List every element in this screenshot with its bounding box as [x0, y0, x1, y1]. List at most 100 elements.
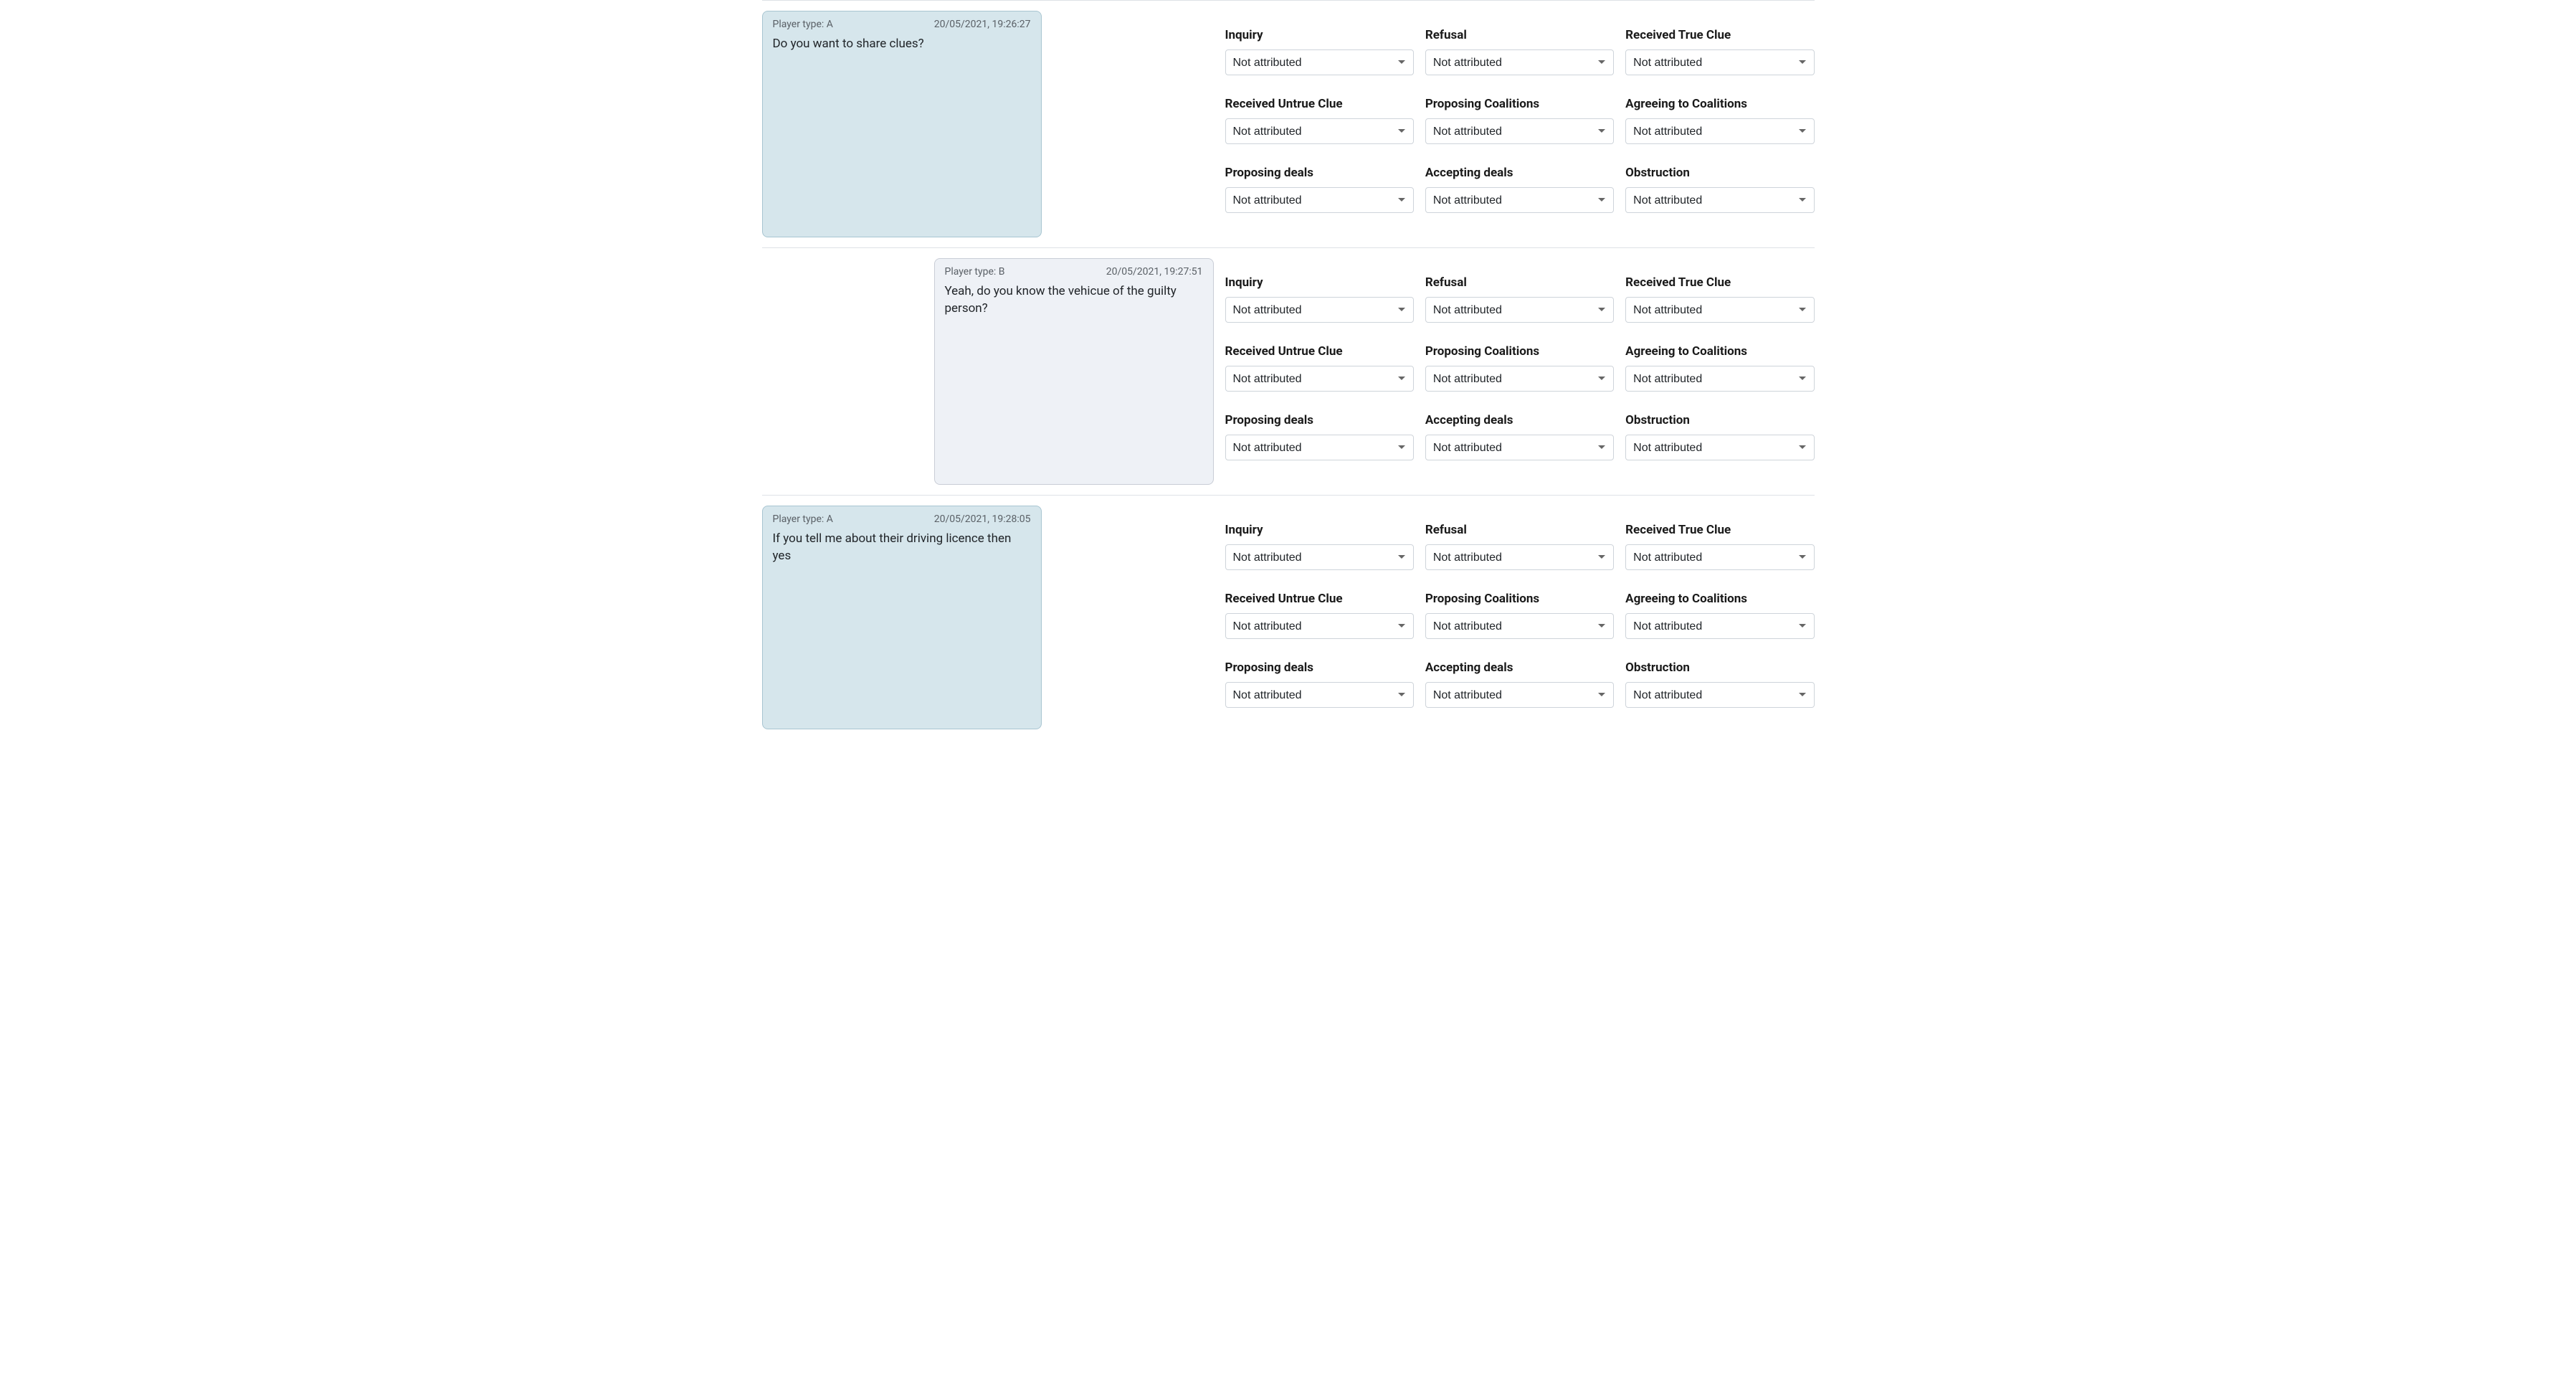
attribute-select[interactable]: Not attributed [1425, 435, 1614, 460]
attribute-label: Proposing Coalitions [1425, 344, 1614, 359]
attribute-label: Inquiry [1225, 523, 1414, 537]
attribute-column: Inquiry Not attributed Refusal Not attribut… [1214, 506, 1815, 729]
attribute-select[interactable]: Not attributed [1425, 682, 1614, 708]
attribute-column: Inquiry Not attributed Refusal Not attribut… [1214, 258, 1815, 485]
chat-bubble: Player type: B 20/05/2021, 19:27:51 Yeah, … [934, 258, 1214, 485]
attribute-select[interactable]: Not attributed [1225, 613, 1414, 639]
attribute-label: Agreeing to Coalitions [1625, 592, 1814, 606]
attribute-label: Received True Clue [1625, 275, 1814, 290]
attribute-select[interactable]: Not attributed [1625, 435, 1814, 460]
attribute-select[interactable]: Not attributed [1225, 366, 1414, 392]
attribute-cell: Refusal Not attributed [1425, 275, 1614, 344]
attribute-select[interactable]: Not attributed [1225, 435, 1414, 460]
player-type-label: Player type: A [773, 19, 833, 30]
bubble-header: Player type: B 20/05/2021, 19:27:51 [945, 266, 1203, 278]
attribute-label: Proposing deals [1225, 413, 1414, 427]
attribute-cell: Proposing Coalitions Not attributed [1425, 592, 1614, 660]
attribute-grid: Inquiry Not attributed Refusal Not attribut… [1225, 275, 1815, 482]
attribute-label: Inquiry [1225, 275, 1414, 290]
attribute-label: Inquiry [1225, 28, 1414, 42]
attribute-label: Accepting deals [1425, 413, 1614, 427]
message-row: Player type: A 20/05/2021, 19:28:05 If you… [762, 495, 1815, 739]
attribute-cell: Inquiry Not attributed [1225, 523, 1414, 592]
attribute-select[interactable]: Not attributed [1625, 682, 1814, 708]
attribute-label: Obstruction [1625, 413, 1814, 427]
attribute-cell: Proposing Coalitions Not attributed [1425, 97, 1614, 166]
attribute-label: Received Untrue Clue [1225, 592, 1414, 606]
attribute-label: Proposing deals [1225, 166, 1414, 180]
attribute-select[interactable]: Not attributed [1625, 613, 1814, 639]
attribute-label: Received True Clue [1625, 523, 1814, 537]
attribute-cell: Received Untrue Clue Not attributed [1225, 592, 1414, 660]
message-text: Yeah, do you know the vehicue of the gui… [945, 283, 1203, 318]
bubble-header: Player type: A 20/05/2021, 19:28:05 [773, 513, 1031, 525]
attribute-cell: Obstruction Not attributed [1625, 413, 1814, 482]
attribute-label: Received Untrue Clue [1225, 344, 1414, 359]
attribute-select[interactable]: Not attributed [1625, 187, 1814, 213]
attribute-select[interactable]: Not attributed [1225, 682, 1414, 708]
message-row: Player type: B 20/05/2021, 19:27:51 Yeah, … [762, 247, 1815, 495]
attribute-select[interactable]: Not attributed [1225, 544, 1414, 570]
attribute-cell: Inquiry Not attributed [1225, 28, 1414, 97]
attribute-cell: Received True Clue Not attributed [1625, 275, 1814, 344]
message-timestamp: 20/05/2021, 19:28:05 [934, 513, 1031, 525]
attribute-select[interactable]: Not attributed [1625, 297, 1814, 323]
attribute-select[interactable]: Not attributed [1625, 49, 1814, 75]
attribute-select[interactable]: Not attributed [1425, 613, 1614, 639]
attribute-label: Refusal [1425, 275, 1614, 290]
attribute-label: Received Untrue Clue [1225, 97, 1414, 111]
player-type-label: Player type: A [773, 513, 833, 525]
attribute-cell: RefusalNot attributed [1425, 28, 1614, 97]
attribute-cell: Obstruction Not attributed [1625, 660, 1814, 729]
attribute-label: Proposing deals [1225, 660, 1414, 675]
attribute-label: Agreeing to Coalitions [1625, 97, 1814, 111]
attribute-label: Agreeing to Coalitions [1625, 344, 1814, 359]
chat-bubble: Player type: A 20/05/2021, 19:28:05 If you… [762, 506, 1042, 729]
attribute-cell: Obstruction Not attributed [1625, 166, 1814, 235]
bubble-header: Player type: A20/05/2021, 19:26:27 [773, 19, 1031, 30]
attribute-select[interactable]: Not attributed [1225, 297, 1414, 323]
attribute-select[interactable]: Not attributed [1425, 118, 1614, 144]
attribute-cell: Accepting deals Not attributed [1425, 660, 1614, 729]
attribute-cell: Received Untrue Clue Not attributed [1225, 97, 1414, 166]
attribute-select[interactable]: Not attributed [1425, 297, 1614, 323]
attribute-label: Obstruction [1625, 166, 1814, 180]
message-timestamp: 20/05/2021, 19:27:51 [1106, 266, 1203, 278]
attribute-select[interactable]: Not attributed [1225, 187, 1414, 213]
attribute-label: Refusal [1425, 523, 1614, 537]
attribute-select[interactable]: Not attributed [1225, 118, 1414, 144]
chat-column: Player type: A20/05/2021, 19:26:27 Do you… [762, 11, 1214, 237]
attribute-select[interactable]: Not attributed [1425, 49, 1614, 75]
message-text: Do you want to share clues? [773, 36, 1031, 53]
attribute-cell: Received Untrue Clue Not attributed [1225, 344, 1414, 413]
chat-bubble: Player type: A20/05/2021, 19:26:27 Do you… [762, 11, 1042, 237]
attribute-label: Proposing Coalitions [1425, 97, 1614, 111]
attribute-cell: Received True Clue Not attributed [1625, 523, 1814, 592]
attribute-label: Accepting deals [1425, 660, 1614, 675]
player-type-label: Player type: B [945, 266, 1005, 278]
message-text: If you tell me about their driving licen… [773, 531, 1031, 565]
attribute-label: Accepting deals [1425, 166, 1614, 180]
attribute-select[interactable]: Not attributed [1425, 366, 1614, 392]
attribute-select[interactable]: Not attributed [1425, 187, 1614, 213]
chat-column: Player type: A 20/05/2021, 19:28:05 If you… [762, 506, 1214, 729]
attribute-cell: Received True Clue Not attributed [1625, 28, 1814, 97]
attribute-column: InquiryNot attributedRefusalNot attribut… [1214, 11, 1815, 237]
attribute-grid: Inquiry Not attributed Refusal Not attribut… [1225, 523, 1815, 729]
attribute-cell: Proposing deals Not attributed [1225, 166, 1414, 235]
attribute-cell: Proposing Coalitions Not attributed [1425, 344, 1614, 413]
attribute-select[interactable]: Not attributed [1625, 366, 1814, 392]
attribute-grid: InquiryNot attributedRefusalNot attribut… [1225, 28, 1815, 235]
attribute-cell: Agreeing to Coalitions Not attributed [1625, 97, 1814, 166]
attribute-select[interactable]: Not attributed [1625, 118, 1814, 144]
attribute-cell: Agreeing to Coalitions Not attributed [1625, 344, 1814, 413]
attribute-label: Proposing Coalitions [1425, 592, 1614, 606]
attribute-label: Received True Clue [1625, 28, 1814, 42]
attribute-select[interactable]: Not attributed [1425, 544, 1614, 570]
attribute-select[interactable]: Not attributed [1625, 544, 1814, 570]
attribute-label: Obstruction [1625, 660, 1814, 675]
attribute-cell: Agreeing to Coalitions Not attributed [1625, 592, 1814, 660]
attribute-select[interactable]: Not attributed [1225, 49, 1414, 75]
attribute-cell: Inquiry Not attributed [1225, 275, 1414, 344]
attribute-cell: Accepting deals Not attributed [1425, 166, 1614, 235]
